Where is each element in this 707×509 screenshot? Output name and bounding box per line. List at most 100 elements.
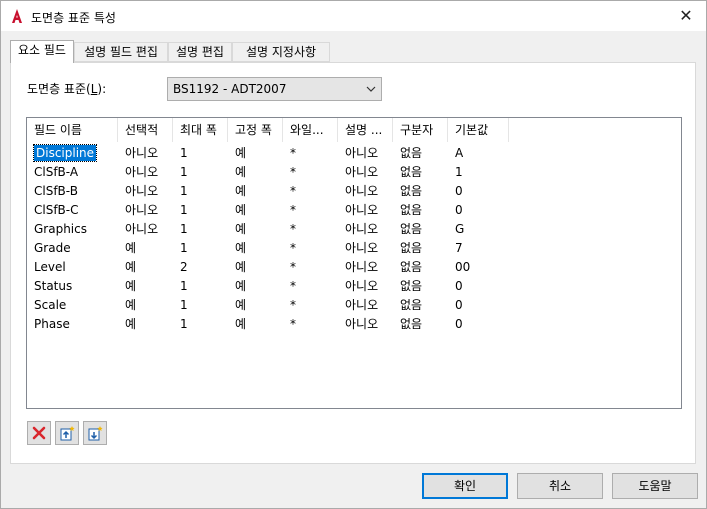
cell-optional: 아니오 <box>125 165 159 179</box>
chevron-down-icon <box>366 86 376 92</box>
cell-wildcard: * <box>290 165 296 179</box>
table-row[interactable]: ClSfB-A 아니오 1 예 * 아니오 없음 1 <box>27 163 681 182</box>
column-header-default[interactable]: 기본값 <box>448 118 509 142</box>
column-header-delimiter[interactable]: 구분자 <box>393 118 448 142</box>
cell-wildcard: * <box>290 279 296 293</box>
cell-max-width: 1 <box>180 165 188 179</box>
insert-field-above-button[interactable] <box>55 421 79 445</box>
tab-panel: 도면층 표준(L): BS1192 - ADT2007 필드 이름 선택적 최대… <box>10 62 696 464</box>
cell-wildcard: * <box>290 260 296 274</box>
cell-optional: 예 <box>125 298 137 312</box>
cell-description: 아니오 <box>345 146 379 160</box>
tab-element-fields[interactable]: 요소 필드 <box>10 40 74 63</box>
column-header-max-width[interactable]: 최대 폭 <box>173 118 228 142</box>
cell-fixed-width: 예 <box>235 317 247 331</box>
cancel-button[interactable]: 취소 <box>517 473 603 499</box>
list-header: 필드 이름 선택적 최대 폭 고정 폭 와일... 설명 ... 구분자 기본값 <box>27 118 681 142</box>
window-title: 도면층 표준 특성 <box>31 11 116 25</box>
table-row[interactable]: Level 예 2 예 * 아니오 없음 00 <box>27 258 681 277</box>
cell-delimiter: 없음 <box>400 222 423 236</box>
cell-field-name: Phase <box>34 317 70 331</box>
cell-optional: 예 <box>125 241 137 255</box>
cell-delimiter: 없음 <box>400 279 423 293</box>
ok-button[interactable]: 확인 <box>422 473 508 499</box>
cell-fixed-width: 예 <box>235 241 247 255</box>
cell-delimiter: 없음 <box>400 260 423 274</box>
cell-field-name: ClSfB-B <box>34 184 78 198</box>
cell-description: 아니오 <box>345 165 379 179</box>
cell-field-name: ClSfB-A <box>34 165 79 179</box>
table-row[interactable]: ClSfB-B 아니오 1 예 * 아니오 없음 0 <box>27 182 681 201</box>
title-bar: 도면층 표준 특성 ✕ <box>1 1 706 31</box>
cell-delimiter: 없음 <box>400 298 423 312</box>
cell-wildcard: * <box>290 146 296 160</box>
cell-fixed-width: 예 <box>235 260 247 274</box>
delete-field-button[interactable] <box>27 421 51 445</box>
cell-description: 아니오 <box>345 260 379 274</box>
cell-fixed-width: 예 <box>235 222 247 236</box>
insert-field-below-button[interactable] <box>83 421 107 445</box>
cell-max-width: 1 <box>180 222 188 236</box>
cell-optional: 아니오 <box>125 184 159 198</box>
cell-field-name: Level <box>34 260 66 274</box>
cell-wildcard: * <box>290 298 296 312</box>
table-row[interactable]: Discipline 아니오 1 예 * 아니오 없음 A <box>27 144 681 163</box>
cell-default: 0 <box>455 184 463 198</box>
autocad-logo-icon <box>12 9 22 23</box>
cell-delimiter: 없음 <box>400 203 423 217</box>
cell-wildcard: * <box>290 203 296 217</box>
cell-default: 0 <box>455 298 463 312</box>
cell-max-width: 1 <box>180 279 188 293</box>
cell-field-name: Status <box>34 279 73 293</box>
cell-max-width: 1 <box>180 298 188 312</box>
cell-field-name: Discipline <box>32 144 98 162</box>
cell-delimiter: 없음 <box>400 165 423 179</box>
tab-description-specs[interactable]: 설명 지정사항 <box>232 42 330 62</box>
column-header-optional[interactable]: 선택적 <box>118 118 173 142</box>
cell-fixed-width: 예 <box>235 184 247 198</box>
table-row[interactable]: Phase 예 1 예 * 아니오 없음 0 <box>27 315 681 334</box>
cell-default: 00 <box>455 260 471 274</box>
column-header-fixed-width[interactable]: 고정 폭 <box>228 118 283 142</box>
cell-description: 아니오 <box>345 184 379 198</box>
cell-field-name: ClSfB-C <box>34 203 79 217</box>
delete-x-icon <box>32 426 46 440</box>
cell-default: 7 <box>455 241 463 255</box>
cell-wildcard: * <box>290 184 296 198</box>
close-button[interactable]: ✕ <box>666 1 706 31</box>
cell-delimiter: 없음 <box>400 184 423 198</box>
table-row[interactable]: Status 예 1 예 * 아니오 없음 0 <box>27 277 681 296</box>
cell-field-name: Grade <box>34 241 71 255</box>
column-header-wildcard[interactable]: 와일... <box>283 118 338 142</box>
fields-list[interactable]: 필드 이름 선택적 최대 폭 고정 폭 와일... 설명 ... 구분자 기본값… <box>26 117 682 409</box>
cell-default: 1 <box>455 165 463 179</box>
tab-edit-description-fields[interactable]: 설명 필드 편집 <box>74 42 168 62</box>
column-header-description[interactable]: 설명 ... <box>338 118 393 142</box>
cell-max-width: 1 <box>180 241 188 255</box>
cell-optional: 아니오 <box>125 222 159 236</box>
column-header-field-name[interactable]: 필드 이름 <box>27 118 118 142</box>
table-row[interactable]: Graphics 아니오 1 예 * 아니오 없음 G <box>27 220 681 239</box>
layer-standard-dropdown[interactable]: BS1192 - ADT2007 <box>167 77 382 101</box>
cell-optional: 예 <box>125 317 137 331</box>
layer-standard-label: 도면층 표준(L): <box>27 82 107 96</box>
cell-wildcard: * <box>290 241 296 255</box>
tab-edit-description[interactable]: 설명 편집 <box>168 42 232 62</box>
cell-max-width: 1 <box>180 317 188 331</box>
cell-description: 아니오 <box>345 317 379 331</box>
cell-description: 아니오 <box>345 241 379 255</box>
cell-delimiter: 없음 <box>400 146 423 160</box>
table-row[interactable]: Scale 예 1 예 * 아니오 없음 0 <box>27 296 681 315</box>
table-row[interactable]: ClSfB-C 아니오 1 예 * 아니오 없음 0 <box>27 201 681 220</box>
cell-delimiter: 없음 <box>400 317 423 331</box>
insert-above-icon <box>60 426 75 441</box>
cell-wildcard: * <box>290 317 296 331</box>
insert-below-icon <box>88 426 103 441</box>
cell-default: 0 <box>455 203 463 217</box>
cell-wildcard: * <box>290 222 296 236</box>
help-button[interactable]: 도움말 <box>612 473 698 499</box>
cell-delimiter: 없음 <box>400 241 423 255</box>
cell-max-width: 1 <box>180 184 188 198</box>
cell-max-width: 2 <box>180 260 188 274</box>
table-row[interactable]: Grade 예 1 예 * 아니오 없음 7 <box>27 239 681 258</box>
